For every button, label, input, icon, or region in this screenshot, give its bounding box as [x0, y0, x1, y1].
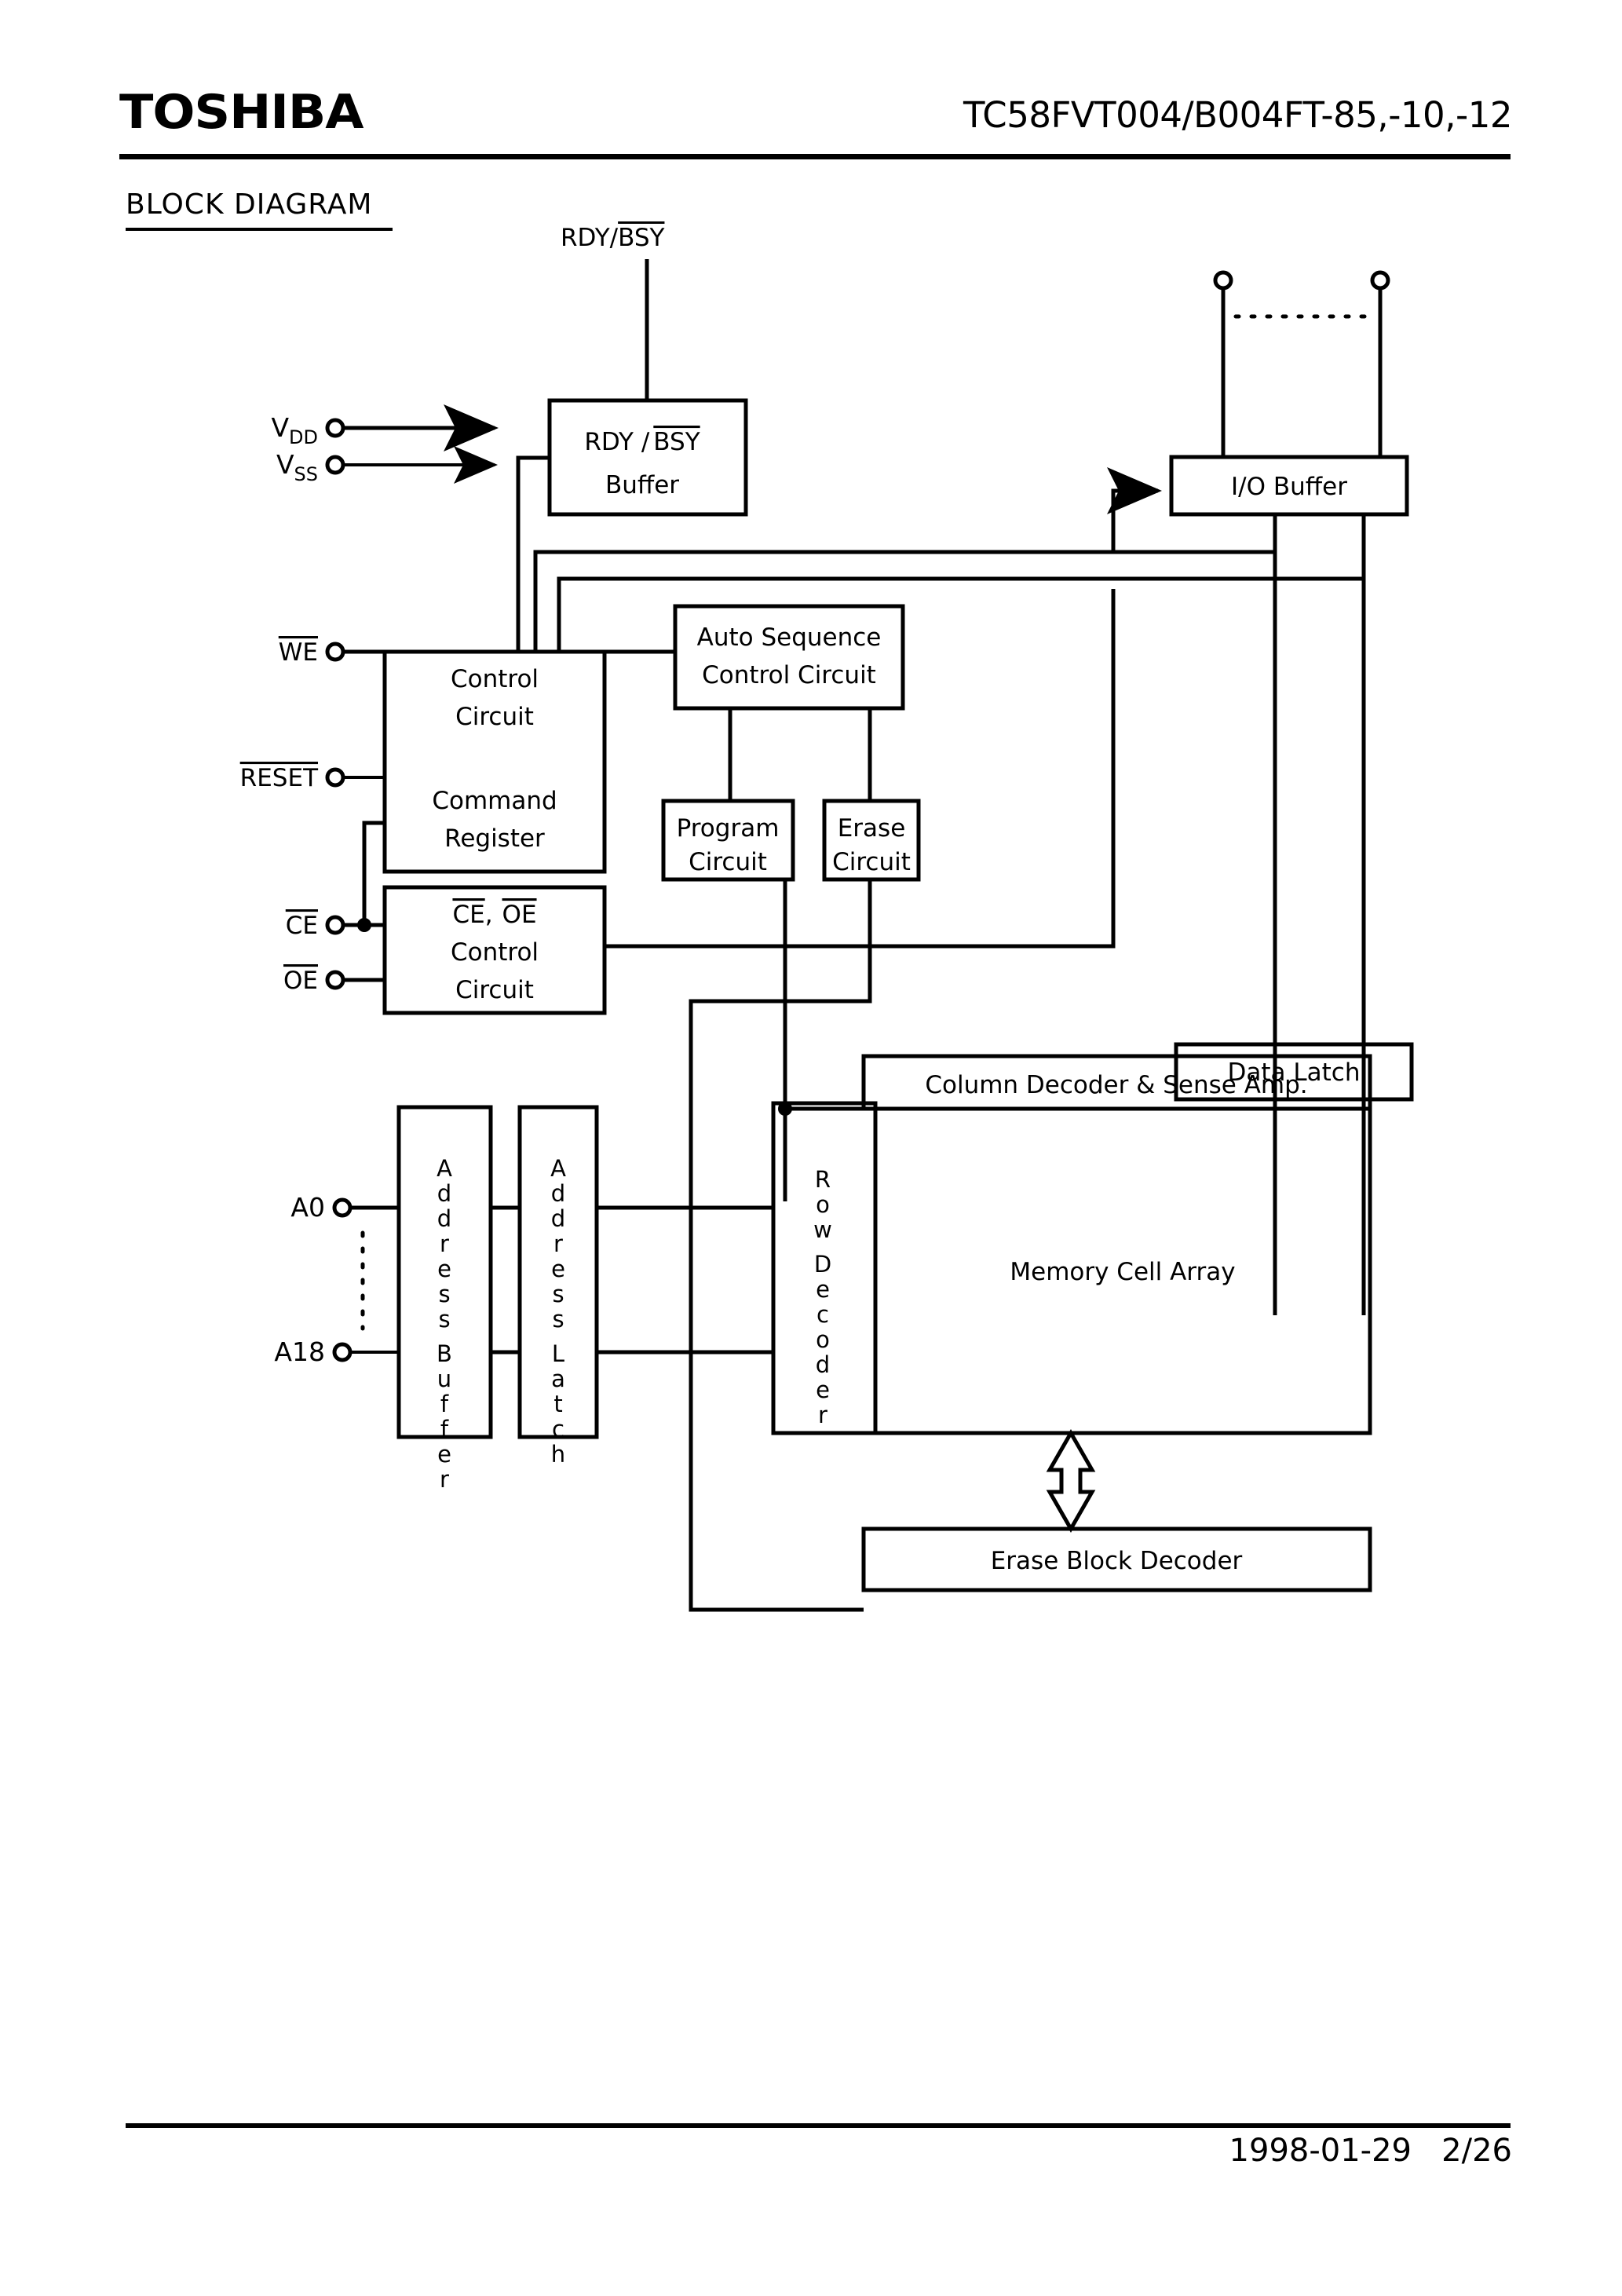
- auto-sequence-label-2: Control Circuit: [702, 661, 876, 689]
- alatch-ch-11: c: [552, 1416, 564, 1442]
- rowdec-ch-10: r: [818, 1402, 827, 1428]
- alatch-ch-1: d: [551, 1180, 565, 1207]
- rdy-bsy-buffer-label-1: RDY / BSY: [584, 428, 700, 456]
- erase-circuit-label-1: Erase: [838, 814, 906, 843]
- page-header: TOSHIBA TC58FVT004/B004FT-85,-10,-12: [0, 0, 1622, 173]
- block-diagram: RDY / BSY Buffer I/O Buffer Control Circu…: [0, 259, 1622, 1908]
- command-register-label-2: Register: [444, 824, 545, 853]
- header-divider: [119, 154, 1511, 159]
- rowdec-ch-4: D: [814, 1251, 831, 1278]
- label-ce: CE: [286, 912, 318, 940]
- label-a0: A0: [290, 1192, 325, 1223]
- pin-vdd: [325, 418, 345, 438]
- pin-ce: [325, 915, 345, 935]
- rowdec-ch-8: d: [816, 1351, 830, 1378]
- rowdec-ch-7: o: [816, 1326, 830, 1353]
- memory-cell-array-label: Memory Cell Array: [1010, 1258, 1235, 1286]
- row-decoder-label: R o w D e c o d e r: [813, 1166, 832, 1428]
- address-latch-label: A d d r e s s L a t c h: [550, 1155, 566, 1468]
- footer-divider: [126, 2123, 1511, 2128]
- abuf-ch-11: f: [440, 1416, 449, 1442]
- rdy-bsy-buffer-label-2: Buffer: [605, 471, 679, 499]
- abuf-ch-2: d: [437, 1205, 451, 1232]
- address-buffer-label: A d d r e s s B u f f e r: [437, 1155, 452, 1493]
- erase-circuit-label-2: Circuit: [832, 848, 911, 876]
- wire-bus-2: [557, 576, 1366, 652]
- program-circuit-label-1: Program: [677, 814, 780, 843]
- footer-page: 2/26: [1441, 2133, 1512, 2169]
- abuf-ch-13: r: [440, 1466, 449, 1493]
- wire-program-down: [783, 879, 864, 1111]
- abuf-ch-10: f: [440, 1391, 449, 1417]
- double-arrow-memory-eraseblock: [1046, 1428, 1096, 1534]
- alatch-ch-3: r: [553, 1230, 563, 1257]
- alatch-ch-2: d: [551, 1205, 565, 1232]
- pin-dq7: [1370, 270, 1390, 291]
- abuf-ch-9: u: [437, 1366, 451, 1392]
- datasheet-page: TOSHIBA TC58FVT004/B004FT-85,-10,-12 BLO…: [0, 0, 1622, 2296]
- rowdec-ch-9: e: [816, 1377, 830, 1403]
- label-vss: VSS: [276, 449, 318, 485]
- io-buffer-label: I/O Buffer: [1231, 473, 1347, 501]
- pin-we: [325, 642, 345, 662]
- pin-a0: [332, 1197, 353, 1218]
- abuf-ch-6: s: [438, 1306, 450, 1333]
- pin-reset: [325, 767, 345, 788]
- auto-sequence-label-1: Auto Sequence: [697, 623, 882, 652]
- command-register-label-1: Command: [432, 787, 557, 815]
- toshiba-logo: TOSHIBA: [119, 85, 363, 140]
- alatch-ch-12: h: [551, 1441, 565, 1468]
- erase-block-decoder-label: Erase Block Decoder: [991, 1547, 1243, 1575]
- part-number: TC58FVT004/B004FT-85,-10,-12: [963, 94, 1513, 136]
- pin-a18: [332, 1342, 353, 1362]
- label-a18: A18: [274, 1336, 325, 1367]
- ce-oe-control-label-2: Control: [451, 938, 539, 967]
- alatch-ch-6: s: [552, 1306, 564, 1333]
- pin-oe: [325, 970, 345, 990]
- alatch-ch-0: A: [550, 1155, 566, 1182]
- label-we: WE: [279, 638, 318, 667]
- wire-erase-to-eraseblock: [689, 879, 872, 1612]
- abuf-ch-4: e: [437, 1256, 451, 1282]
- abuf-ch-1: d: [437, 1180, 451, 1207]
- rowdec-ch-5: e: [816, 1276, 830, 1303]
- junction-dot-ce: [357, 918, 371, 932]
- block-auto-sequence-control: [673, 604, 905, 711]
- abuf-ch-8: B: [437, 1340, 452, 1367]
- rowdec-ch-0: R: [815, 1166, 831, 1193]
- label-rdy-bsy-pin: RDY/BSY: [561, 224, 665, 252]
- abuf-ch-5: s: [438, 1281, 450, 1307]
- wire-into-io-buffer: [1107, 467, 1162, 551]
- abuf-ch-0: A: [437, 1155, 452, 1182]
- alatch-ch-10: t: [553, 1391, 562, 1417]
- program-circuit-label-2: Circuit: [689, 848, 767, 876]
- rowdec-ch-1: o: [816, 1191, 830, 1218]
- pin-vss: [325, 455, 345, 475]
- alatch-ch-9: a: [551, 1366, 565, 1392]
- page-title-underline: [126, 228, 393, 231]
- control-circuit-label-1: Control: [451, 665, 539, 693]
- wire-bus-1: [533, 550, 1277, 652]
- page-title: BLOCK DIAGRAM: [126, 188, 373, 221]
- footer-date: 1998-01-29: [1229, 2133, 1412, 2169]
- abuf-ch-3: r: [440, 1230, 449, 1257]
- ce-oe-control-label-1: CE, OE: [452, 901, 536, 929]
- column-decoder-label: Column Decoder & Sense Amp.: [925, 1071, 1307, 1099]
- ce-oe-control-label-3: Circuit: [455, 976, 534, 1004]
- control-circuit-label-2: Circuit: [455, 703, 534, 731]
- alatch-ch-5: s: [552, 1281, 564, 1307]
- pin-dq0: [1213, 270, 1233, 291]
- label-oe: OE: [283, 967, 318, 995]
- abuf-ch-12: e: [437, 1441, 451, 1468]
- alatch-ch-8: L: [552, 1340, 564, 1367]
- label-vdd: VDD: [271, 412, 318, 448]
- rowdec-ch-6: c: [816, 1301, 829, 1328]
- label-reset: RESET: [240, 764, 319, 792]
- footer-text: 1998-01-29 2/26: [1229, 2133, 1512, 2169]
- alatch-ch-4: e: [551, 1256, 565, 1282]
- wire-ce-branch: [362, 821, 385, 925]
- rowdec-ch-2: w: [813, 1216, 832, 1243]
